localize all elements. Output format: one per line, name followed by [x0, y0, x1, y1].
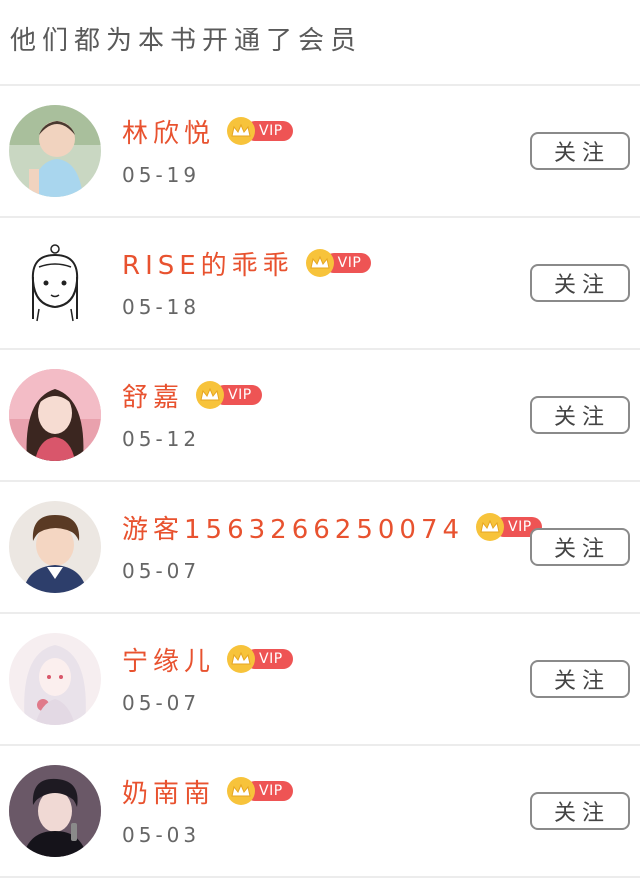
avatar[interactable] [9, 501, 101, 593]
avatar[interactable] [9, 765, 101, 857]
username[interactable]: RISE的乖乖 [122, 245, 294, 282]
member-row[interactable]: RISE的乖乖 VIP 05-18 关注 [0, 218, 640, 350]
member-row[interactable]: 游客1563266250074 VIP 05-07 关注 [0, 482, 640, 614]
avatar[interactable] [9, 369, 101, 461]
crown-icon [227, 117, 256, 145]
follow-button[interactable]: 关注 [530, 660, 630, 698]
join-date: 05-03 [122, 823, 201, 847]
join-date: 05-07 [122, 559, 201, 583]
crown-icon [305, 249, 334, 277]
follow-button[interactable]: 关注 [530, 396, 630, 434]
join-date: 05-18 [122, 295, 201, 319]
join-date: 05-19 [122, 163, 201, 187]
member-list: 林欣悦 VIP 05-19 关注 RISE的乖乖 VIP 05-18 关注 舒嘉… [0, 86, 640, 878]
join-date: 05-12 [122, 427, 201, 451]
name-line: 林欣悦 VIP [122, 116, 293, 149]
follow-button[interactable]: 关注 [530, 792, 630, 830]
member-row[interactable]: 舒嘉 VIP 05-12 关注 [0, 350, 640, 482]
page-title: 他们都为本书开通了会员 [10, 25, 363, 56]
member-row[interactable]: 宁缘儿 VIP 05-07 关注 [0, 614, 640, 746]
vip-badge: VIP [196, 381, 262, 409]
vip-badge: VIP [305, 249, 372, 277]
crown-icon [196, 381, 225, 409]
avatar[interactable] [9, 237, 101, 329]
crown-icon [227, 645, 256, 673]
follow-button[interactable]: 关注 [530, 528, 630, 566]
username[interactable]: 林欣悦 [122, 113, 215, 150]
username[interactable]: 游客1563266250074 [122, 509, 464, 546]
username[interactable]: 宁缘儿 [122, 641, 215, 678]
vip-badge: VIP [227, 777, 293, 805]
member-row[interactable]: 奶南南 VIP 05-03 关注 [0, 746, 640, 878]
header: 他们都为本书开通了会员 [0, 0, 640, 86]
name-line: 舒嘉 VIP [122, 380, 262, 413]
member-row[interactable]: 林欣悦 VIP 05-19 关注 [0, 86, 640, 218]
name-line: 奶南南 VIP [122, 776, 293, 809]
username[interactable]: 舒嘉 [122, 377, 184, 414]
avatar[interactable] [9, 633, 101, 725]
join-date: 05-07 [122, 691, 201, 715]
crown-icon [227, 777, 256, 805]
vip-badge: VIP [227, 645, 293, 673]
name-line: 宁缘儿 VIP [122, 644, 293, 677]
username[interactable]: 奶南南 [122, 773, 215, 810]
vip-badge: VIP [227, 117, 293, 145]
crown-icon [476, 513, 505, 541]
name-line: 游客1563266250074 VIP [122, 512, 542, 545]
avatar[interactable] [9, 105, 101, 197]
follow-button[interactable]: 关注 [530, 264, 630, 302]
follow-button[interactable]: 关注 [530, 132, 630, 170]
vip-members-page: 他们都为本书开通了会员 林欣悦 VIP 05-19 关注 RISE的乖乖 VIP… [0, 0, 640, 882]
name-line: RISE的乖乖 VIP [122, 248, 372, 281]
